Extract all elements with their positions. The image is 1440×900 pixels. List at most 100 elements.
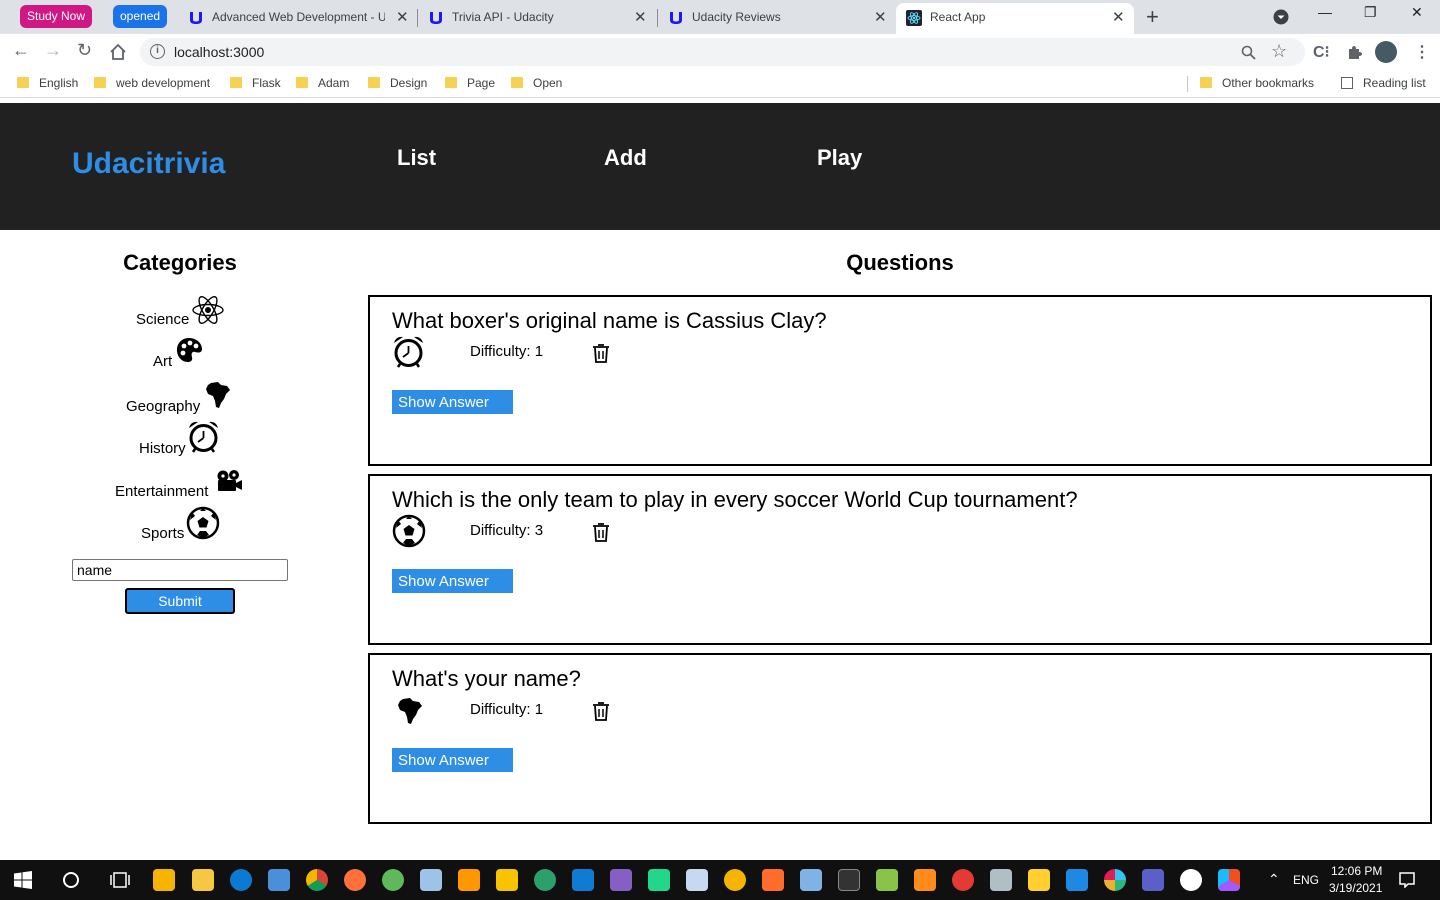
- close-window-icon[interactable]: ✕: [1411, 4, 1423, 21]
- app-brand[interactable]: Udacitrivia: [72, 147, 225, 181]
- chrome-icon[interactable]: [306, 869, 328, 891]
- show-answer-button[interactable]: Show Answer: [392, 569, 513, 593]
- reading-list-button[interactable]: Reading list: [1341, 76, 1426, 90]
- edge-icon[interactable]: [230, 869, 252, 891]
- app-icon[interactable]: [420, 869, 442, 891]
- browser-menu-icon[interactable]: ⋮: [1414, 42, 1430, 62]
- new-tab-icon[interactable]: +: [1146, 4, 1159, 30]
- extensions-puzzle-icon[interactable]: [1346, 44, 1362, 60]
- app-icon[interactable]: [382, 869, 404, 891]
- close-tab-icon[interactable]: ✕: [874, 3, 887, 32]
- terminal-icon[interactable]: [838, 869, 860, 891]
- bookmarks-divider: [1187, 76, 1188, 92]
- tab-group-opened[interactable]: opened: [113, 5, 168, 28]
- sublime-text-icon[interactable]: [458, 869, 480, 891]
- trash-icon[interactable]: [592, 343, 610, 363]
- windows-start-icon[interactable]: [14, 871, 32, 889]
- miro-icon[interactable]: [1028, 869, 1050, 891]
- africa-map-icon[interactable]: [205, 381, 231, 409]
- firefox-icon[interactable]: [344, 869, 366, 891]
- atom-icon[interactable]: [191, 294, 225, 326]
- bookmark-star-icon[interactable]: ☆: [1271, 41, 1287, 62]
- show-answer-button[interactable]: Show Answer: [392, 390, 513, 414]
- pycharm-icon[interactable]: [648, 869, 670, 891]
- app-icon[interactable]: [762, 869, 784, 891]
- restore-icon[interactable]: ❐: [1364, 4, 1377, 21]
- store-icon[interactable]: [153, 869, 175, 891]
- app-icon[interactable]: [686, 869, 708, 891]
- bookmark-adam[interactable]: Adam: [296, 76, 349, 90]
- clock-time[interactable]: 12:06 PM: [1331, 864, 1382, 878]
- category-science[interactable]: Science: [136, 311, 189, 328]
- category-geography[interactable]: Geography: [126, 398, 200, 415]
- figma-icon[interactable]: [1218, 869, 1240, 891]
- cortana-search-icon[interactable]: [62, 871, 80, 889]
- bookmark-flask[interactable]: Flask: [230, 76, 281, 90]
- bookmark-page[interactable]: Page: [445, 76, 495, 90]
- file-explorer-icon[interactable]: [192, 869, 214, 891]
- react-icon: [906, 10, 922, 26]
- close-tab-icon[interactable]: ✕: [396, 3, 409, 32]
- address-bar[interactable]: i localhost:3000 ☆: [140, 38, 1305, 66]
- show-hidden-icons-icon[interactable]: ⌃: [1268, 871, 1280, 888]
- visual-studio-icon[interactable]: [610, 869, 632, 891]
- language-indicator[interactable]: ENG: [1293, 873, 1319, 887]
- submit-button[interactable]: Submit: [125, 588, 235, 614]
- minimize-icon[interactable]: —: [1318, 4, 1332, 20]
- profile-avatar[interactable]: [1375, 41, 1397, 63]
- nav-list[interactable]: List: [397, 145, 436, 171]
- slack-icon[interactable]: [1104, 869, 1126, 891]
- tab-trivia-api[interactable]: Trivia API - Udacity ✕: [418, 3, 656, 34]
- category-sports[interactable]: Sports: [141, 525, 184, 542]
- forward-icon[interactable]: →: [44, 40, 62, 61]
- teams-icon[interactable]: [1142, 869, 1164, 891]
- app-icon[interactable]: [268, 869, 290, 891]
- bookmark-english[interactable]: English: [17, 76, 78, 90]
- vscode-icon[interactable]: [572, 869, 594, 891]
- app-icon[interactable]: [952, 869, 974, 891]
- category-entertainment[interactable]: Entertainment: [115, 483, 208, 500]
- film-camera-icon[interactable]: [215, 469, 243, 493]
- close-tab-icon[interactable]: ✕: [634, 3, 647, 32]
- tab-react-app[interactable]: React App ✕: [896, 3, 1134, 34]
- bookmark-web-development[interactable]: web development: [94, 76, 210, 90]
- close-tab-icon[interactable]: ✕: [1112, 3, 1125, 32]
- app-icon[interactable]: [496, 869, 518, 891]
- tab-group-study-now[interactable]: Study Now: [20, 5, 93, 28]
- bookmark-open[interactable]: Open: [511, 76, 562, 90]
- app-icon[interactable]: [990, 869, 1012, 891]
- search-input[interactable]: [72, 559, 288, 581]
- trash-icon[interactable]: [592, 701, 610, 721]
- nav-play[interactable]: Play: [817, 145, 862, 171]
- app-icon[interactable]: [1180, 869, 1202, 891]
- soccer-ball-icon[interactable]: [186, 506, 220, 540]
- tab-udacity-reviews[interactable]: Udacity Reviews ✕: [658, 3, 894, 34]
- url-text[interactable]: localhost:3000: [174, 44, 264, 60]
- app-icon[interactable]: [724, 869, 746, 891]
- back-icon[interactable]: ←: [12, 40, 30, 61]
- site-info-icon[interactable]: i: [150, 44, 165, 59]
- bookmark-other-bookmarks[interactable]: Other bookmarks: [1200, 76, 1314, 90]
- clock-date[interactable]: 3/19/2021: [1329, 881, 1382, 895]
- category-art[interactable]: Art: [153, 353, 172, 370]
- task-view-icon[interactable]: [110, 871, 130, 889]
- virtualbox-icon[interactable]: [800, 869, 822, 891]
- app-icon[interactable]: [914, 869, 936, 891]
- app-icon[interactable]: [1066, 869, 1088, 891]
- alarm-clock-icon[interactable]: [187, 420, 220, 453]
- reload-icon[interactable]: ↻: [77, 40, 92, 61]
- bookmark-design[interactable]: Design: [368, 76, 427, 90]
- tab-search-icon[interactable]: [1273, 9, 1289, 25]
- trash-icon[interactable]: [592, 522, 610, 542]
- palette-icon[interactable]: [176, 337, 203, 363]
- category-history[interactable]: History: [139, 440, 186, 457]
- zoom-icon[interactable]: [1241, 45, 1256, 60]
- atom-editor-icon[interactable]: [534, 869, 556, 891]
- tab-advanced-web-development[interactable]: Advanced Web Development - Udacity ✕: [178, 3, 416, 34]
- extension-c-icon[interactable]: C⁝: [1313, 42, 1330, 62]
- nav-add[interactable]: Add: [604, 145, 647, 171]
- notifications-icon[interactable]: [1399, 872, 1415, 888]
- home-icon[interactable]: [109, 43, 127, 61]
- show-answer-button[interactable]: Show Answer: [392, 748, 513, 772]
- app-icon[interactable]: [876, 869, 898, 891]
